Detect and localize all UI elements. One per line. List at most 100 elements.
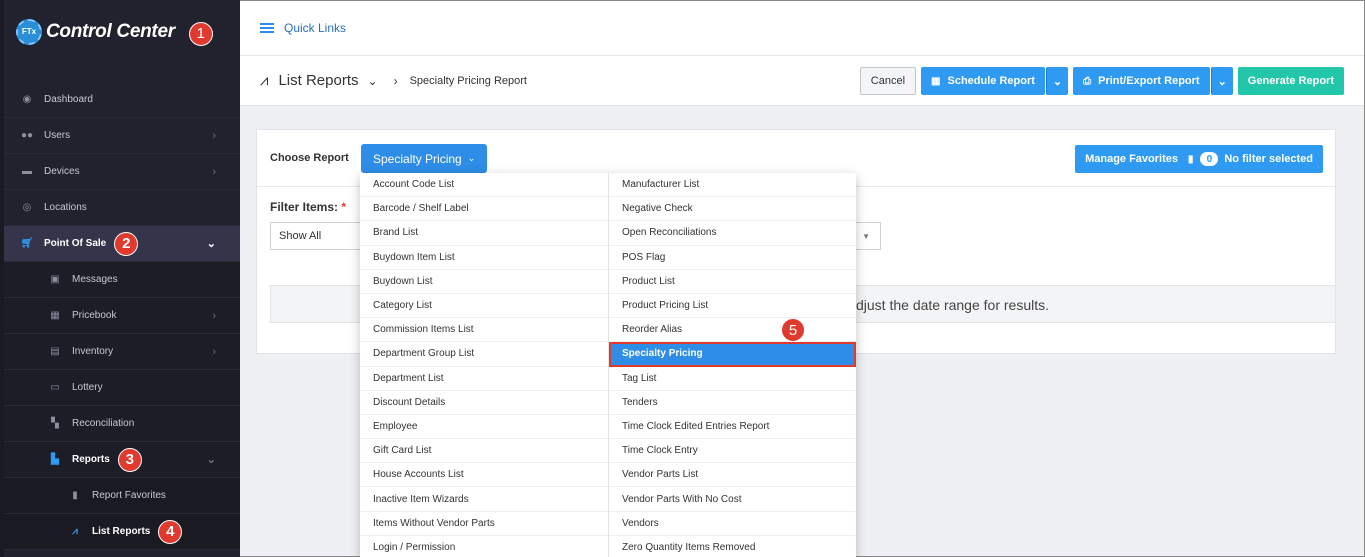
report-menu-item[interactable]: Items Without Vendor Parts [360,512,608,536]
sidebar-item-users[interactable]: ●● Users › [4,118,240,154]
chevron-down-icon: ⌄ [206,454,216,466]
filter-count-badge: 0 [1200,152,1219,166]
report-menu-item[interactable]: Employee [360,415,608,440]
report-menu-item[interactable]: POS Flag [609,246,856,270]
report-menu-item[interactable]: Inactive Item Wizards [360,487,608,512]
sidebar-item-reconciliation[interactable]: ▚ Reconciliation [4,406,240,442]
header-actions: Cancel ▦ Schedule Report ⌄ ⎙ Print/Expor… [859,67,1344,95]
bookmark-icon: ▮ [72,490,78,501]
sidebar-item-list-reports[interactable]: ⩘ List Reports 4 [4,514,240,550]
sidebar-item-lottery[interactable]: ▭ Lottery [4,370,240,406]
report-menu-item[interactable]: Discount Details [360,391,608,415]
report-menu-item[interactable]: House Accounts List [360,463,608,488]
info-message: djust the date range for results. [856,297,1049,313]
generate-report-button[interactable]: Generate Report [1237,67,1344,95]
sidebar-item-reports[interactable]: ▙ Reports 3 ⌄ [4,442,240,478]
lottery-icon: ▭ [50,382,60,393]
dashboard-icon: ◉ [22,94,32,105]
schedule-report-button[interactable]: ▦ Schedule Report [921,67,1045,95]
sidebar-item-pricebook[interactable]: ▦ Pricebook › [4,298,240,334]
report-menu-item[interactable]: Barcode / Shelf Label [360,197,608,222]
users-icon: ●● [20,130,34,141]
report-dropdown-menu: Account Code List Barcode / Shelf Label Br… [360,173,856,557]
calendar-icon: ▦ [931,75,941,87]
sidebar-item-label: Locations [44,202,87,213]
report-menu-item[interactable]: Product Pricing List [609,294,856,319]
report-menu-item[interactable]: Commission Items List [360,318,608,343]
chevron-right-icon: › [212,165,216,178]
report-menu-column-left: Account Code List Barcode / Shelf Label Br… [360,173,608,557]
caret-down-icon: ▼ [862,231,870,241]
sidebar-item-report-favorites[interactable]: ▮ Report Favorites [4,478,240,514]
manage-favorites-button[interactable]: Manage Favorites [1075,145,1188,173]
required-mark: * [341,200,347,214]
sidebar-item-inventory[interactable]: ▤ Inventory › [4,334,240,370]
report-menu-item[interactable]: Department List [360,367,608,391]
breadcrumb-current: Specialty Pricing Report [409,74,527,87]
report-menu-item[interactable]: Login / Permission [360,536,608,557]
sidebar-item-label: Reconciliation [72,418,135,429]
step-badge-4: 4 [158,519,183,544]
chevron-down-icon: ⌄ [1052,75,1063,88]
report-menu-item[interactable]: Reorder Alias [609,318,856,343]
sidebar-item-devices[interactable]: ▬ Devices › [4,154,240,190]
chevron-right-icon: › [212,129,216,142]
report-menu-item[interactable]: Product List [609,270,856,294]
report-menu-item[interactable]: Time Clock Edited Entries Report [609,415,856,440]
sidebar-item-label: Messages [72,274,118,285]
reconciliation-icon: ▚ [51,418,59,429]
chevron-down-icon[interactable]: ⌄ [368,74,378,88]
cancel-button[interactable]: Cancel [859,67,917,95]
report-menu-item[interactable]: Buydown Item List [360,246,608,270]
print-export-dropdown[interactable]: ⌄ [1210,67,1233,95]
report-menu-item[interactable]: Time Clock Entry [609,439,856,464]
inventory-icon: ▤ [50,346,60,357]
report-menu-item[interactable]: Gift Card List [360,439,608,464]
report-menu-item[interactable]: Specialty Pricing [609,342,856,367]
sidebar-item-messages[interactable]: ▣ Messages [4,262,240,298]
chevron-down-icon: ⌄ [206,238,216,250]
schedule-report-label: Schedule Report [947,75,1035,87]
schedule-report-dropdown[interactable]: ⌄ [1045,67,1069,95]
bookmark-icon: ▮ [1187,153,1194,165]
print-export-label: Print/Export Report [1098,75,1200,87]
quick-links-label[interactable]: Quick Links [284,21,346,35]
page-title[interactable]: List Reports [278,72,358,89]
devices-icon: ▬ [22,166,32,177]
menu-icon[interactable] [260,23,274,33]
report-menu-item[interactable]: Department Group List [360,342,608,367]
chevron-right-icon: › [212,309,216,322]
report-menu-item[interactable]: Tenders [609,391,856,415]
brand[interactable]: FTx Control Center 1 [4,0,240,63]
report-menu-item[interactable]: Negative Check [609,197,856,222]
report-menu-item[interactable]: Category List [360,294,608,319]
report-menu-item[interactable]: Buydown List [360,270,608,294]
sidebar-item-label: Inventory [72,346,114,357]
sidebar-item-locations[interactable]: ◎ Locations [4,190,240,226]
report-menu-item[interactable]: Zero Quantity Items Removed [609,536,856,557]
report-menu-item[interactable]: Tag List [609,367,856,391]
printer-icon: ⎙ [1083,75,1092,87]
ftx-logo-icon: FTx [16,18,42,45]
report-menu-item[interactable]: Vendor Parts List [609,463,856,488]
filter-status-button[interactable]: ▮ 0 No filter selected [1177,145,1323,173]
sidebar-item-dashboard[interactable]: ◉ Dashboard [4,82,240,118]
print-export-button[interactable]: ⎙ Print/Export Report [1073,67,1210,95]
step-badge-3: 3 [117,447,142,472]
report-menu-item[interactable]: Open Reconciliations [609,221,856,246]
report-select-value: Specialty Pricing [373,151,462,166]
filter-items-value: Show All [279,230,322,242]
location-pin-icon: ◎ [22,202,32,213]
filter-status-label: No filter selected [1224,153,1313,165]
quick-links-bar[interactable]: Quick Links [240,1,1364,56]
report-select[interactable]: Specialty Pricing ⌄ [361,144,488,173]
chevron-down-icon: ⌄ [467,153,476,163]
report-menu-item[interactable]: Vendor Parts With No Cost [609,487,856,512]
report-menu-item[interactable]: Brand List [360,221,608,246]
report-menu-item[interactable]: Vendors [609,512,856,536]
step-badge-1: 1 [188,21,213,46]
sidebar-item-label: Lottery [72,382,103,393]
report-menu-item[interactable]: Account Code List [360,173,608,198]
sidebar-item-point-of-sale[interactable]: 🛒︎ Point Of Sale 2 ⌄ [4,226,240,262]
report-menu-item[interactable]: Manufacturer List [609,173,856,198]
